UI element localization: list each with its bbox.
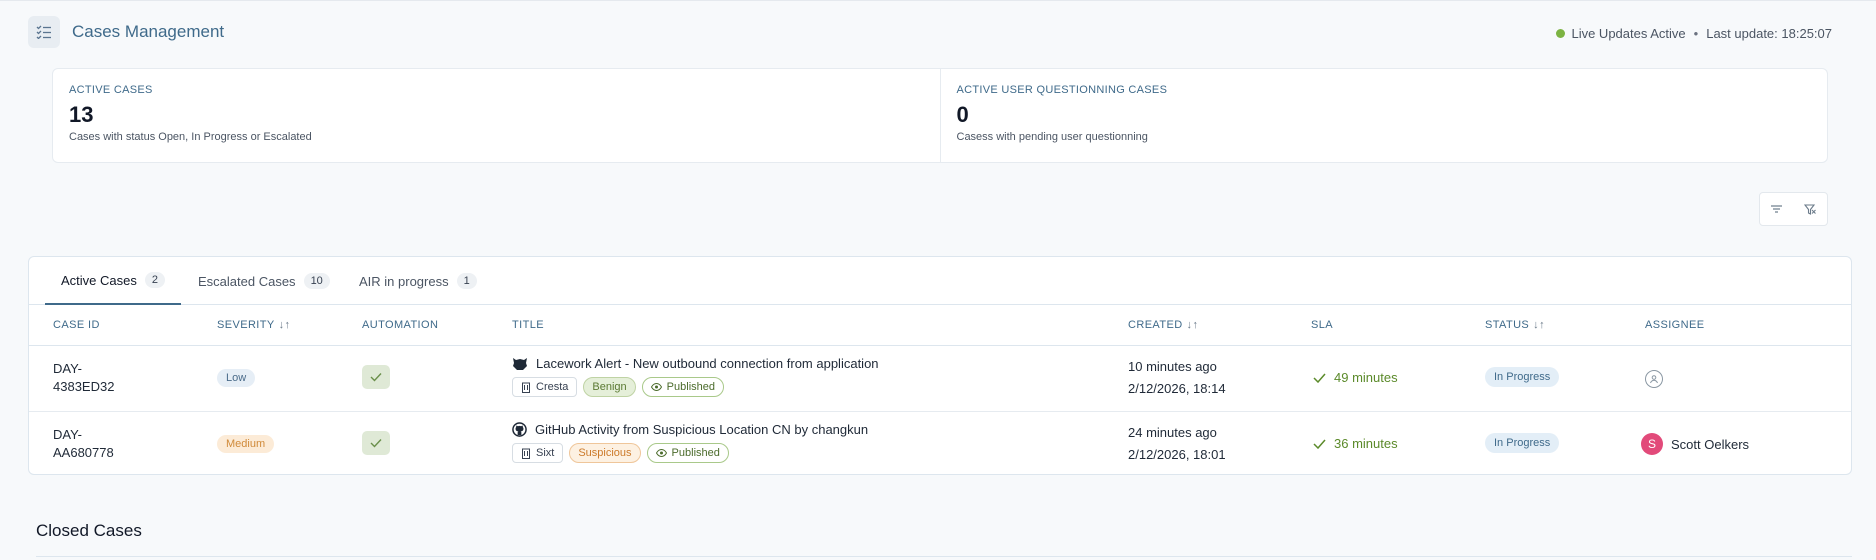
case-tags: Sixt Suspicious Published [512, 443, 868, 463]
automation-status [362, 365, 390, 389]
stats-card: ACTIVE CASES 13 Cases with status Open, … [52, 68, 1828, 163]
building-icon [522, 448, 530, 459]
stat-value: 0 [956, 102, 969, 127]
col-automation: AUTOMATION [362, 319, 439, 331]
check-icon [1313, 373, 1326, 383]
tab-label: AIR in progress [359, 273, 449, 289]
table-header: CASE ID SEVERITY ↓↑ AUTOMATION TITLE CREA… [29, 305, 1851, 346]
checklist-icon [36, 25, 51, 39]
assignee-cell[interactable]: S Scott Oelkers [1641, 433, 1749, 455]
col-sla: SLA [1311, 319, 1333, 331]
col-created[interactable]: CREATED ↓↑ [1128, 319, 1198, 331]
col-severity[interactable]: SEVERITY ↓↑ [217, 319, 290, 331]
checklist-menu-button[interactable] [28, 16, 60, 48]
table-row[interactable]: DAY- 4383ED32 Low Lacework Alert - New o… [29, 346, 1851, 411]
case-title-cell: Lacework Alert - New outbound connection… [512, 356, 879, 397]
sla-cell: 49 minutes [1313, 370, 1398, 385]
assignee-name: Scott Oelkers [1671, 436, 1750, 452]
case-title[interactable]: GitHub Activity from Suspicious Location… [512, 422, 868, 437]
stat-description: Cases with status Open, In Progress or E… [69, 131, 312, 143]
tab-count-badge: 2 [144, 272, 165, 288]
severity-badge: Medium [217, 434, 275, 453]
case-title[interactable]: Lacework Alert - New outbound connection… [512, 356, 879, 371]
published-tag: Published [641, 377, 724, 397]
col-title: TITLE [512, 319, 544, 331]
avatar: S [1641, 433, 1663, 455]
page-title: Cases Management [72, 22, 225, 41]
automation-check [362, 431, 390, 455]
stat-label: ACTIVE CASES [69, 84, 153, 96]
filter-lines-icon [1771, 205, 1783, 213]
filter-clear-icon [1804, 203, 1817, 215]
severity-badge: Low [217, 368, 256, 387]
verdict-tag: Benign [583, 377, 636, 397]
live-indicator-dot [1556, 29, 1566, 38]
status-badge: In Progress [1485, 367, 1560, 387]
last-update-label: Last update: 18:25:07 [1706, 26, 1832, 41]
stat-label: ACTIVE USER QUESTIONNING CASES [956, 84, 1168, 96]
stat-description: Casess with pending user questionning [956, 131, 1148, 143]
cases-panel: Active Cases 2 Escalated Cases 10 AIR in… [28, 256, 1852, 475]
eye-icon [650, 383, 662, 391]
table-row[interactable]: DAY- AA680778 Medium GitHub Activity fro… [29, 411, 1851, 474]
col-assignee: ASSIGNEE [1645, 319, 1705, 331]
tab-active-cases[interactable]: Active Cases 2 [45, 257, 181, 305]
github-icon [512, 422, 527, 437]
case-title-cell: GitHub Activity from Suspicious Location… [512, 422, 868, 463]
closed-cases-divider [36, 556, 1852, 557]
tab-escalated-cases[interactable]: Escalated Cases 10 [182, 257, 346, 305]
status-badge: In Progress [1485, 433, 1560, 453]
col-case-id: CASE ID [53, 319, 100, 331]
tab-count-badge: 1 [456, 273, 477, 289]
check-icon [370, 439, 382, 448]
case-id[interactable]: DAY- AA680778 [53, 426, 133, 462]
assignee-cell[interactable] [1645, 370, 1663, 388]
page-header: Cases Management Live Updates Active • L… [28, 16, 1848, 48]
cases-tabs: Active Cases 2 Escalated Cases 10 AIR in… [29, 257, 1851, 305]
sort-icon: ↓↑ [1186, 319, 1199, 331]
check-icon [1313, 439, 1326, 449]
sort-icon: ↓↑ [278, 319, 291, 331]
created-cell: 24 minutes ago 2/12/2026, 18:01 [1128, 425, 1226, 462]
check-icon [370, 373, 382, 382]
stat-value: 13 [69, 102, 94, 127]
closed-cases-heading: Closed Cases [36, 521, 142, 540]
org-tag: Cresta [512, 377, 578, 397]
automation-check [362, 365, 390, 389]
sla-cell: 36 minutes [1313, 436, 1398, 451]
published-tag: Published [646, 443, 729, 463]
col-status[interactable]: STATUS ↓↑ [1485, 319, 1545, 331]
tab-count-badge: 10 [303, 273, 330, 289]
building-icon [522, 382, 530, 393]
lacework-icon [513, 357, 527, 370]
tab-label: Escalated Cases [198, 273, 296, 289]
live-status-label: Live Updates Active [1571, 26, 1686, 41]
org-tag: Sixt [512, 443, 564, 463]
tab-air-in-progress[interactable]: AIR in progress 1 [343, 257, 493, 305]
top-divider [0, 0, 1876, 4]
live-status: Live Updates Active • Last update: 18:25… [1556, 26, 1832, 41]
stat-user-questioning: ACTIVE USER QUESTIONNING CASES 0 Casess … [939, 69, 1828, 162]
filter-button[interactable] [1760, 193, 1794, 225]
eye-icon [655, 449, 667, 457]
sort-icon: ↓↑ [1533, 319, 1545, 331]
separator: • [1693, 26, 1699, 41]
tab-label: Active Cases [61, 272, 137, 288]
unassigned-user-icon[interactable] [1645, 370, 1663, 388]
clear-filter-button[interactable] [1794, 193, 1828, 225]
case-id[interactable]: DAY- 4383ED32 [53, 360, 133, 396]
case-tags: Cresta Benign Published [512, 377, 879, 397]
filter-toolbar [1759, 192, 1828, 226]
verdict-tag: Suspicious [569, 443, 641, 463]
stat-active-cases: ACTIVE CASES 13 Cases with status Open, … [53, 69, 940, 162]
created-cell: 10 minutes ago 2/12/2026, 18:14 [1128, 359, 1226, 396]
automation-status [362, 431, 390, 455]
